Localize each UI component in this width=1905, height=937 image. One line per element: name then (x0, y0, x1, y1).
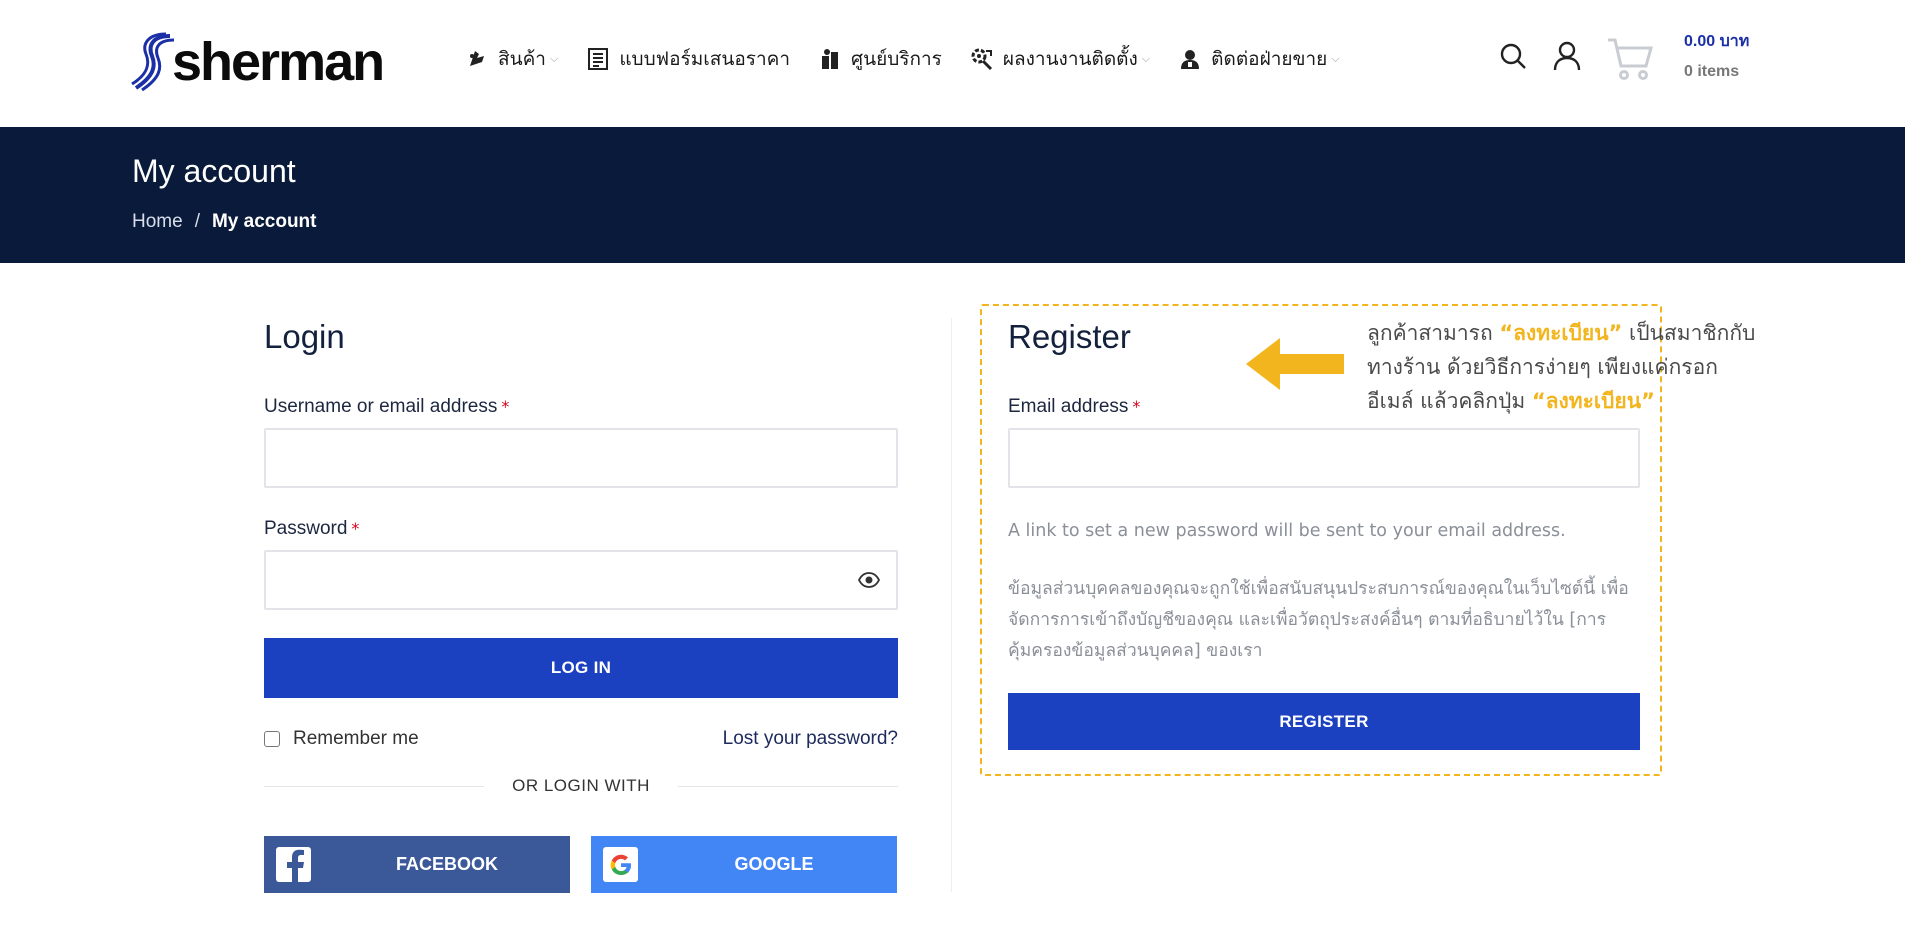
register-annotation: ลูกค้าสามารถ “ลงทะเบียน” เป็นสมาชิกกับ ท… (1367, 316, 1787, 418)
nav-item-quote-form[interactable]: แบบฟอร์มเสนอราคา (586, 44, 790, 74)
login-button[interactable]: LOG IN (264, 638, 898, 698)
username-label-row: Username or email address * (264, 396, 898, 418)
installation-works-icon (970, 47, 994, 71)
register-email-input[interactable] (1008, 428, 1640, 488)
password-label: Password (264, 518, 348, 539)
facebook-login-button[interactable]: FACEBOOK (264, 836, 570, 893)
header-actions (1497, 40, 1605, 72)
facebook-label: FACEBOOK (395, 854, 498, 874)
required-mark: * (351, 519, 360, 538)
divider-line (677, 785, 898, 787)
password-input[interactable] (264, 550, 898, 610)
login-title: Login (264, 318, 345, 355)
privacy-line: จัดการการเข้าถึงบัญชีของคุณ และเพื่อวัตถ… (1008, 610, 1607, 630)
nav-item-installation-works[interactable]: ผลงานงานติดตั้ง ⌵ (970, 44, 1150, 74)
privacy-line: ข้อมูลส่วนบุคคลของคุณจะถูกใช้เพื่อสนับสน… (1008, 579, 1629, 599)
nav-label: แบบฟอร์มเสนอราคา (619, 48, 791, 70)
cart-item-count: 0 items (1684, 63, 1740, 80)
nav-label: ติดต่อฝ่ายขาย (1211, 48, 1328, 70)
login-section: Login Username or email address * Passwor… (264, 318, 898, 796)
google-login-button[interactable]: GOOGLE (591, 836, 897, 893)
column-divider (951, 318, 952, 892)
annotation-text: ลูกค้าสามารถ (1367, 321, 1500, 345)
page-title-bar: My account Home / My account (0, 127, 1905, 263)
nav-item-service-center[interactable]: ศูนย์บริการ (818, 44, 942, 74)
breadcrumb-home-link[interactable]: Home (132, 211, 183, 233)
annotation-text: เป็นสมาชิกกับ (1622, 321, 1756, 345)
remember-me-label: Remember me (293, 728, 419, 749)
or-login-with-divider: OR LOGIN WITH (264, 776, 898, 796)
password-link-notice: A link to set a new password will be sen… (1008, 521, 1566, 541)
cart-icon[interactable] (1606, 36, 1654, 82)
breadcrumb-current: My account (211, 211, 317, 232)
google-icon (603, 847, 638, 882)
contact-sales-icon (1178, 47, 1202, 71)
nav-label: ผลงานงานติดตั้ง (1002, 48, 1138, 70)
page-title: My account (132, 153, 296, 189)
chevron-down-icon: ⌵ (1331, 52, 1340, 65)
register-button[interactable]: REGISTER (1008, 693, 1640, 750)
annotation-highlight: “ลงทะเบียน” (1499, 321, 1623, 345)
privacy-notice: ข้อมูลส่วนบุคคลของคุณจะถูกใช้เพื่อสนับสน… (1008, 574, 1640, 667)
service-center-icon (818, 47, 842, 71)
email-label: Email address (1008, 396, 1129, 417)
main-nav: สินค้า ⌵ แบบฟอร์มเสนอราคา ศูนย์บริการ ผล… (465, 44, 1368, 74)
search-icon[interactable] (1497, 40, 1529, 72)
username-label: Username or email address (264, 396, 498, 417)
chevron-down-icon: ⌵ (1141, 52, 1151, 65)
annotation-highlight: “ลงทะเบียน” (1531, 389, 1655, 413)
login-options-row: Remember me Lost your password? (264, 728, 898, 750)
divider-line (264, 785, 485, 787)
logo-mark-icon (131, 32, 175, 92)
annotation-line: ลูกค้าสามารถ “ลงทะเบียน” เป็นสมาชิกกับ (1367, 316, 1787, 350)
password-label-row: Password * (264, 518, 898, 540)
breadcrumb-separator: / (194, 211, 200, 232)
cart-total: 0.00 บาท (1684, 33, 1750, 50)
annotation-text: อีเมล์ แล้วคลิกปุ่ม (1367, 389, 1532, 413)
products-icon (465, 47, 489, 71)
arrow-left-icon (1246, 338, 1344, 390)
show-password-icon[interactable] (858, 569, 880, 591)
site-logo[interactable]: sherman (130, 32, 385, 92)
google-label: GOOGLE (734, 854, 814, 874)
remember-me-checkbox[interactable] (264, 731, 280, 747)
or-login-with-label: OR LOGIN WITH (512, 776, 650, 795)
nav-item-products[interactable]: สินค้า ⌵ (465, 44, 558, 74)
account-icon[interactable] (1551, 40, 1583, 72)
breadcrumb: Home / My account (132, 211, 317, 233)
quote-form-icon (586, 47, 610, 71)
cart-summary[interactable]: 0.00 บาท 0 items (1684, 34, 1749, 80)
username-input[interactable] (264, 428, 898, 488)
nav-item-contact-sales[interactable]: ติดต่อฝ่ายขาย ⌵ (1178, 44, 1340, 74)
required-mark: * (501, 397, 510, 416)
logo-text: sherman (172, 32, 385, 92)
chevron-down-icon: ⌵ (549, 52, 559, 65)
remember-me[interactable]: Remember me (264, 728, 419, 750)
annotation-line: อีเมล์ แล้วคลิกปุ่ม “ลงทะเบียน” (1367, 384, 1787, 418)
site-header: sherman สินค้า ⌵ แบบฟอร์มเสนอราคา ศูนย์บ… (0, 0, 1905, 127)
lost-password-link[interactable]: Lost your password? (723, 728, 898, 750)
nav-label: สินค้า (498, 48, 546, 70)
required-mark: * (1132, 397, 1141, 416)
annotation-line: ทางร้าน ด้วยวิธีการง่ายๆ เพียงแค่กรอก (1367, 355, 1718, 379)
privacy-line: คุ้มครองข้อมูลส่วนบุคคล] ของเรา (1008, 641, 1263, 661)
nav-label: ศูนย์บริการ (851, 48, 942, 70)
facebook-icon (276, 847, 311, 882)
